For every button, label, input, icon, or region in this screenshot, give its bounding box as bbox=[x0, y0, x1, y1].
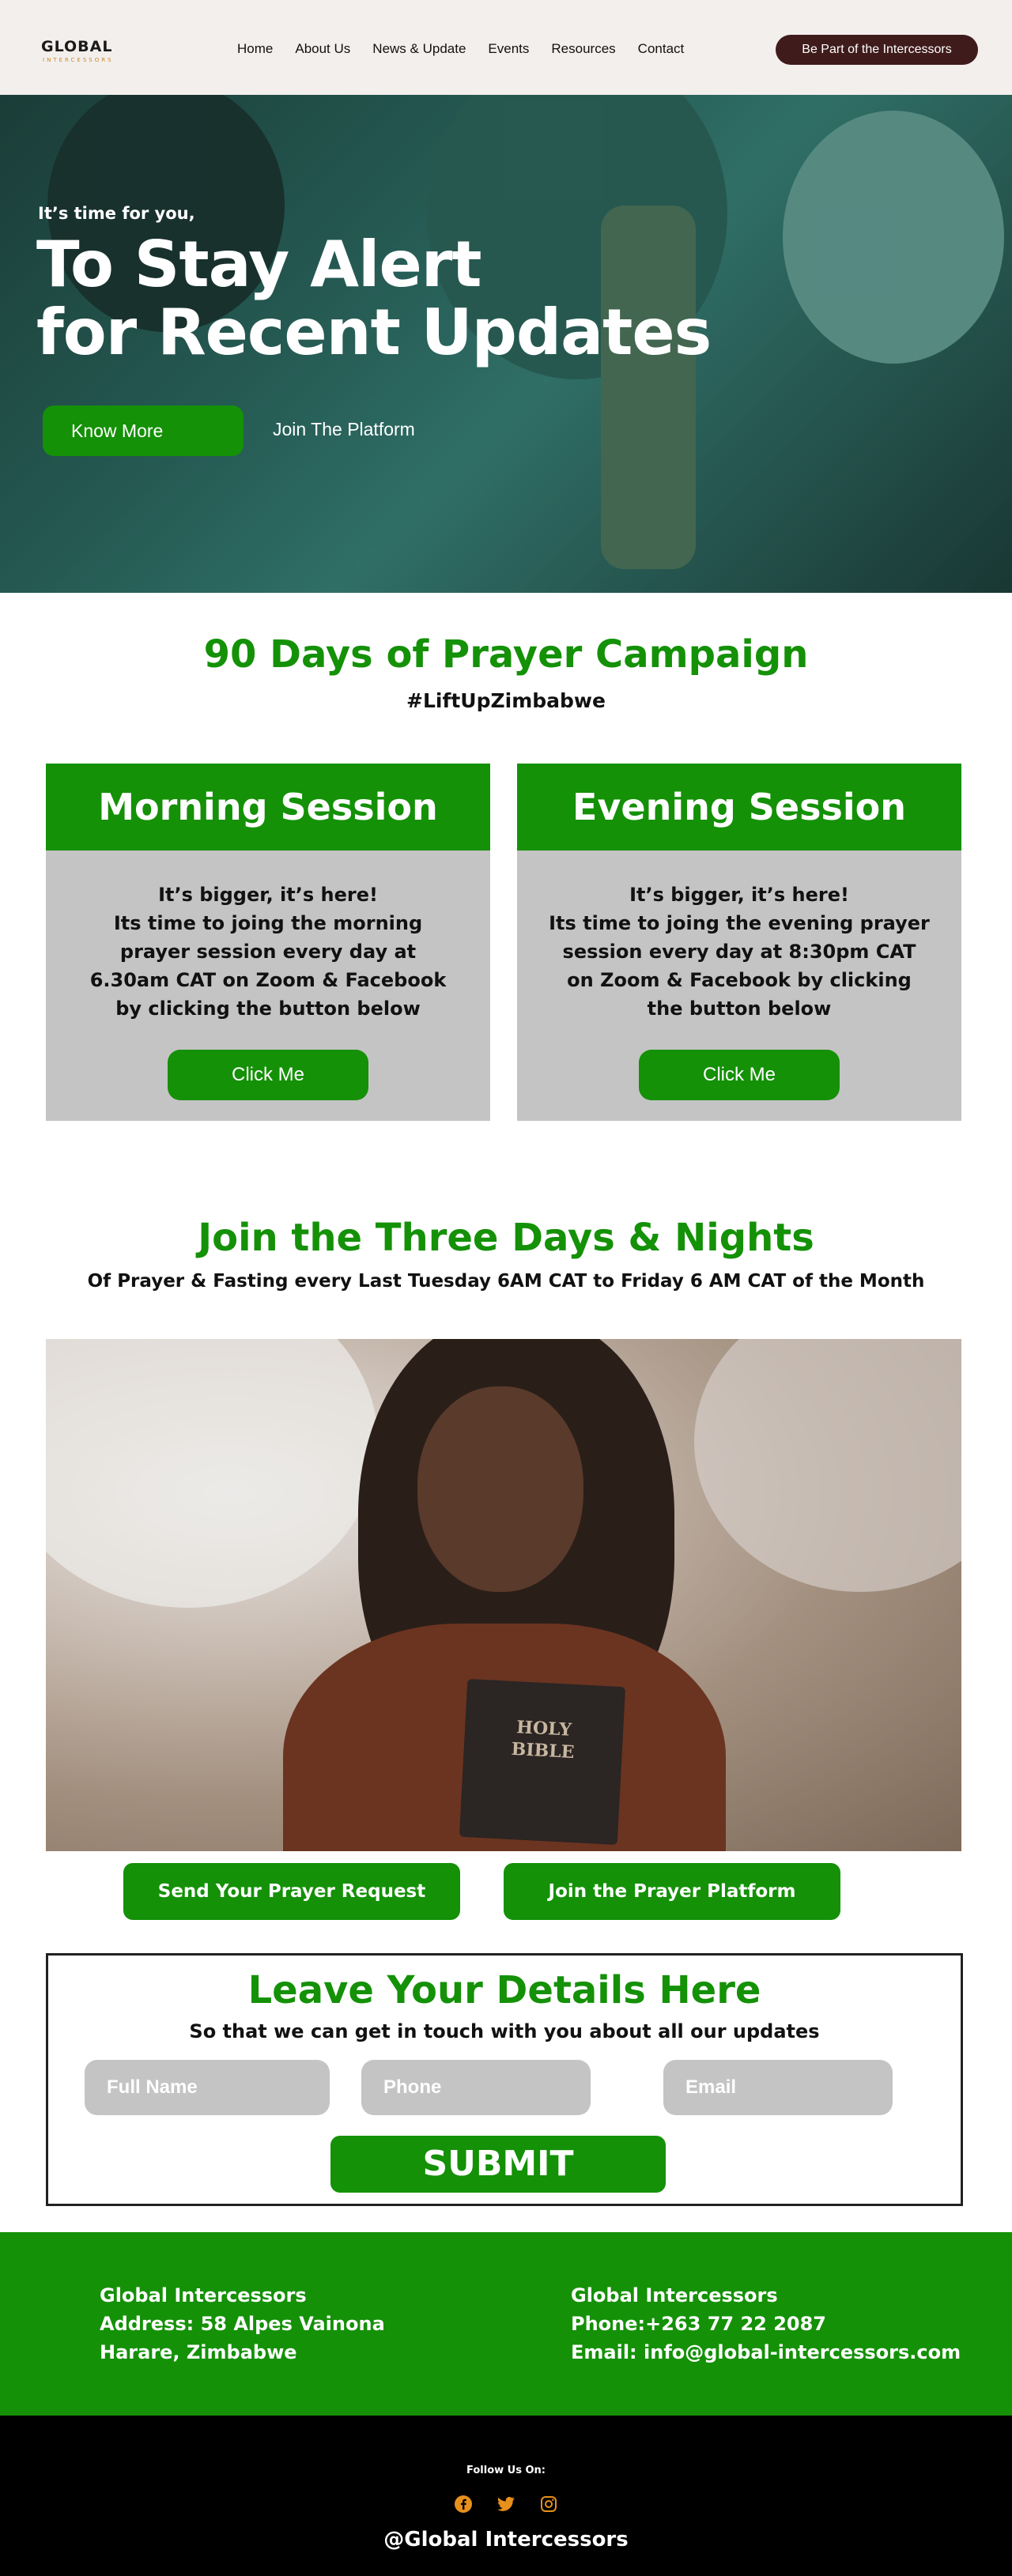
morning-click-me-button[interactable]: Click Me bbox=[168, 1050, 368, 1100]
logo-subtext: INTERCESSORS bbox=[43, 57, 114, 63]
social-icons bbox=[0, 2495, 1012, 2514]
join-platform-link[interactable]: Join The Platform bbox=[273, 419, 415, 440]
instagram-icon[interactable] bbox=[539, 2495, 558, 2514]
nav-news-update[interactable]: News & Update bbox=[372, 41, 466, 57]
join-prayer-platform-button[interactable]: Join the Prayer Platform bbox=[504, 1863, 840, 1920]
details-form: Leave Your Details Here So that we can g… bbox=[46, 1953, 963, 2206]
email-line[interactable]: Email: info@global-intercessors.com bbox=[571, 2338, 961, 2367]
session-title: Evening Session bbox=[517, 764, 961, 850]
photo-background-blur bbox=[46, 1339, 378, 1608]
know-more-button[interactable]: Know More bbox=[43, 405, 244, 456]
nav-home[interactable]: Home bbox=[237, 41, 273, 57]
email-field[interactable] bbox=[663, 2060, 893, 2115]
session-headline: It’s bigger, it’s here! bbox=[158, 884, 378, 906]
nav-contact[interactable]: Contact bbox=[638, 41, 685, 57]
join-intercessors-button[interactable]: Be Part of the Intercessors bbox=[776, 35, 978, 65]
hero-title: To Stay Alert for Recent Updates bbox=[36, 228, 712, 369]
main-nav: Home About Us News & Update Events Resou… bbox=[237, 41, 684, 57]
three-days-subtitle: Of Prayer & Fasting every Last Tuesday 6… bbox=[87, 1271, 925, 1292]
hero-banner: It’s time for you, To Stay Alert for Rec… bbox=[0, 95, 1012, 593]
photo-face bbox=[417, 1386, 583, 1592]
org-name: Global Intercessors bbox=[571, 2284, 778, 2306]
address-line: Address: 58 Alpes Vainona bbox=[100, 2313, 385, 2335]
city-line: Harare, Zimbabwe bbox=[100, 2341, 297, 2363]
facebook-icon[interactable] bbox=[454, 2495, 473, 2514]
phone-field[interactable] bbox=[361, 2060, 591, 2115]
form-subtitle: So that we can get in touch with you abo… bbox=[189, 2020, 820, 2042]
session-description: It’s bigger, it’s here! Its time to join… bbox=[77, 881, 459, 1023]
campaign-title: 90 Days of Prayer Campaign bbox=[203, 632, 809, 677]
woman-with-bible-photo: HOLY BIBLE bbox=[46, 1339, 961, 1851]
send-prayer-request-button[interactable]: Send Your Prayer Request bbox=[123, 1863, 460, 1920]
full-name-field[interactable] bbox=[85, 2060, 330, 2115]
morning-session-card: Morning Session It’s bigger, it’s here! … bbox=[46, 764, 490, 1121]
address-block: Global Intercessors Address: 58 Alpes Va… bbox=[100, 2281, 385, 2367]
three-days-title: Join the Three Days & Nights bbox=[198, 1216, 814, 1260]
bible-cover-text: HOLY BIBLE bbox=[511, 1717, 576, 1763]
nav-events[interactable]: Events bbox=[488, 41, 529, 57]
org-name: Global Intercessors bbox=[100, 2284, 307, 2306]
contact-block: Global Intercessors Phone:+263 77 22 208… bbox=[571, 2281, 961, 2367]
logo-text: GLOBAL bbox=[41, 38, 113, 55]
form-title: Leave Your Details Here bbox=[247, 1968, 761, 2012]
phone-line[interactable]: Phone:+263 77 22 2087 bbox=[571, 2310, 961, 2338]
bible-book: HOLY BIBLE bbox=[459, 1678, 626, 1846]
site-header: GLOBAL INTERCESSORS Home About Us News &… bbox=[0, 0, 1012, 95]
session-title: Morning Session bbox=[46, 764, 490, 850]
session-body-text: Its time to joing the morning prayer ses… bbox=[89, 912, 447, 1020]
hero-kicker: It’s time for you, bbox=[38, 204, 195, 223]
twitter-icon[interactable] bbox=[497, 2495, 515, 2514]
evening-click-me-button[interactable]: Click Me bbox=[639, 1050, 840, 1100]
logo[interactable]: GLOBAL INTERCESSORS bbox=[41, 35, 132, 66]
session-body-text: Its time to joing the evening prayer ses… bbox=[549, 912, 930, 1020]
social-footer: Follow Us On: @Global Intercessors bbox=[0, 2416, 1012, 2576]
submit-button[interactable]: SUBMIT bbox=[330, 2136, 666, 2193]
hero-title-line2: for Recent Updates bbox=[36, 296, 712, 369]
social-handle: @Global Intercessors bbox=[383, 2528, 629, 2551]
contact-footer: Global Intercessors Address: 58 Alpes Va… bbox=[0, 2232, 1012, 2416]
follow-us-label: Follow Us On: bbox=[466, 2465, 546, 2476]
photo-background-blur bbox=[694, 1339, 961, 1592]
session-description: It’s bigger, it’s here! Its time to join… bbox=[549, 881, 930, 1023]
nav-about-us[interactable]: About Us bbox=[295, 41, 350, 57]
nav-resources[interactable]: Resources bbox=[551, 41, 615, 57]
session-headline: It’s bigger, it’s here! bbox=[629, 884, 849, 906]
campaign-hashtag: #LiftUpZimbabwe bbox=[406, 689, 606, 712]
evening-session-card: Evening Session It’s bigger, it’s here! … bbox=[517, 764, 961, 1121]
hero-title-line1: To Stay Alert bbox=[36, 228, 481, 301]
